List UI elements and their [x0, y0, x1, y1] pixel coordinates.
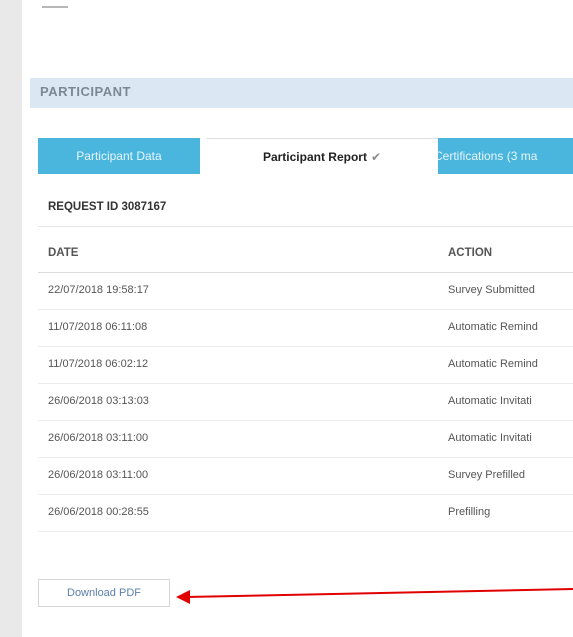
arrow-shaft: [185, 588, 573, 598]
arrow-head: [176, 590, 190, 604]
red-arrow-annotation: [176, 588, 573, 604]
